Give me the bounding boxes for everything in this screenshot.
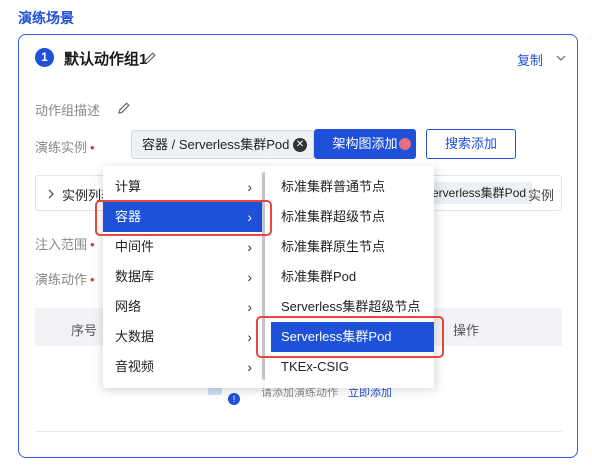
instance-input[interactable]: 容器 / Serverless集群Pod ✕ <box>131 130 314 159</box>
info-icon: ! <box>228 393 240 405</box>
menu-item-middleware[interactable]: 中间件 › <box>103 232 268 262</box>
instance-input-value: 容器 / Serverless集群Pod <box>142 137 290 152</box>
group-number-badge: 1 <box>35 48 54 67</box>
copy-button[interactable]: 复制 <box>517 50 543 69</box>
highlight-outline <box>95 200 272 236</box>
col-ops: 操作 <box>453 323 480 338</box>
menu-item-bigdata[interactable]: 大数据 › <box>103 322 268 352</box>
menu-item-media[interactable]: 音视频 › <box>103 352 268 382</box>
chevron-right-icon: › <box>247 329 252 345</box>
col-index: 序号 <box>71 323 98 338</box>
chevron-right-icon <box>48 189 54 199</box>
menu-item-network[interactable]: 网络 › <box>103 292 268 322</box>
pencil-icon[interactable] <box>117 101 131 115</box>
submenu-item[interactable]: 标准集群超级节点 <box>265 202 434 232</box>
chevron-down-icon[interactable] <box>555 52 567 64</box>
chevron-right-icon: › <box>247 179 252 195</box>
instance-label: 演练实例 • <box>35 140 95 155</box>
chevron-right-icon: › <box>247 269 252 285</box>
inject-scope-label: 注入范围 • <box>35 237 95 252</box>
chevron-right-icon: › <box>247 239 252 255</box>
instance-tag: Serverless集群Pod <box>418 182 533 204</box>
pencil-icon[interactable] <box>143 51 157 65</box>
search-add-button[interactable]: 搜索添加 <box>426 129 516 159</box>
chevron-right-icon: › <box>247 359 252 375</box>
instance-suffix: 实例 <box>528 188 555 203</box>
menu-item-database[interactable]: 数据库 › <box>103 262 268 292</box>
close-circle-icon[interactable]: ✕ <box>293 138 307 152</box>
group-title: 默认动作组1 <box>64 51 148 68</box>
chevron-right-icon: › <box>247 299 252 315</box>
menu-item-compute[interactable]: 计算 › <box>103 172 268 202</box>
action-label: 演练动作 • <box>35 272 95 287</box>
section-title: 演练场景 <box>18 10 74 26</box>
highlight-outline <box>256 316 444 358</box>
submenu-item[interactable]: 标准集群普通节点 <box>265 172 434 202</box>
group-desc-label: 动作组描述 <box>35 103 101 118</box>
submenu-item[interactable]: 标准集群Pod <box>265 262 434 292</box>
submenu-item[interactable]: 标准集群原生节点 <box>265 232 434 262</box>
notification-dot <box>399 138 411 150</box>
arch-add-button[interactable]: 架构图添加 <box>314 129 416 159</box>
